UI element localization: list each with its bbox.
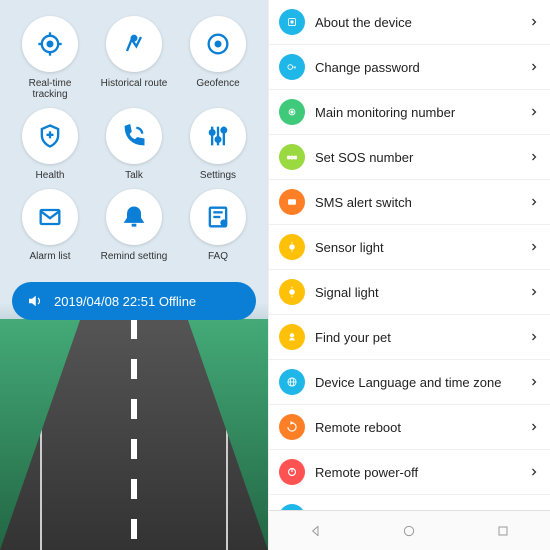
sensor-icon [279, 234, 305, 260]
home-panel: Real-time tracking Historical route Geof… [0, 0, 268, 550]
settings-row-sms[interactable]: SMS alert switch [269, 180, 550, 225]
chevron-right-icon [528, 331, 540, 343]
settings-row-label: Set SOS number [315, 150, 528, 165]
settings-row-poweroff[interactable]: Remote power-off [269, 450, 550, 495]
tile-faq[interactable]: ? FAQ [178, 189, 258, 262]
chevron-right-icon [528, 16, 540, 28]
android-nav [269, 510, 550, 550]
chevron-right-icon [528, 241, 540, 253]
recent-button[interactable] [495, 523, 511, 539]
chevron-right-icon [528, 421, 540, 433]
settings-row-label: Change password [315, 60, 528, 75]
chevron-right-icon [528, 286, 540, 298]
settings-row-lang[interactable]: Device Language and time zone [269, 360, 550, 405]
settings-row-factory[interactable]: Factory-Reset [269, 495, 550, 510]
settings-row-about[interactable]: About the device [269, 0, 550, 45]
tile-label: FAQ [208, 251, 228, 262]
settings-row-label: Remote power-off [315, 465, 528, 480]
settings-row-label: Find your pet [315, 330, 528, 345]
sms-icon [279, 189, 305, 215]
home-button[interactable] [401, 523, 417, 539]
tile-alarm-list[interactable]: Alarm list [10, 189, 90, 262]
settings-row-sos[interactable]: SOS Set SOS number [269, 135, 550, 180]
tile-label: Health [36, 170, 65, 181]
tile-remind-setting[interactable]: Remind setting [94, 189, 174, 262]
envelope-icon [36, 203, 64, 231]
tile-label: Talk [125, 170, 143, 181]
svg-text:SOS: SOS [287, 155, 297, 160]
about-icon [279, 9, 305, 35]
back-button[interactable] [308, 523, 324, 539]
settings-row-signal[interactable]: Signal light [269, 270, 550, 315]
tile-label: Remind setting [101, 251, 168, 262]
shield-plus-icon [36, 122, 64, 150]
settings-row-label: Sensor light [315, 240, 528, 255]
chevron-right-icon [528, 376, 540, 388]
tile-geofence[interactable]: Geofence [178, 16, 258, 100]
findpet-icon [279, 324, 305, 350]
settings-row-monitor[interactable]: Main monitoring number [269, 90, 550, 135]
tile-label: Settings [200, 170, 236, 181]
monitor-icon [279, 99, 305, 125]
settings-list: About the device Change password Main moni… [269, 0, 550, 510]
settings-row-sensor[interactable]: Sensor light [269, 225, 550, 270]
settings-row-findpet[interactable]: Find your pet [269, 315, 550, 360]
settings-row-label: Remote reboot [315, 420, 528, 435]
settings-row-password[interactable]: Change password [269, 45, 550, 90]
reboot-icon [279, 414, 305, 440]
speaker-icon [26, 292, 44, 310]
settings-row-label: SMS alert switch [315, 195, 528, 210]
poweroff-icon [279, 459, 305, 485]
sos-icon: SOS [279, 144, 305, 170]
settings-row-label: Device Language and time zone [315, 375, 528, 390]
tile-label: Geofence [196, 78, 239, 89]
password-icon [279, 54, 305, 80]
settings-row-label: Signal light [315, 285, 528, 300]
tile-label: Alarm list [29, 251, 70, 262]
tile-label: Historical route [101, 78, 168, 89]
geofence-icon [204, 30, 232, 58]
phone-icon [120, 122, 148, 150]
tile-settings[interactable]: Settings [178, 108, 258, 181]
settings-row-label: About the device [315, 15, 528, 30]
signal-icon [279, 279, 305, 305]
chevron-right-icon [528, 61, 540, 73]
chevron-right-icon [528, 196, 540, 208]
lang-icon [279, 369, 305, 395]
tile-historical-route[interactable]: Historical route [94, 16, 174, 100]
chevron-right-icon [528, 466, 540, 478]
status-bar[interactable]: 2019/04/08 22:51 Offline [12, 282, 256, 320]
feature-grid: Real-time tracking Historical route Geof… [0, 0, 268, 272]
chevron-right-icon [528, 106, 540, 118]
route-icon [120, 30, 148, 58]
sliders-icon [204, 122, 232, 150]
chevron-right-icon [528, 151, 540, 163]
settings-row-reboot[interactable]: Remote reboot [269, 405, 550, 450]
tile-health[interactable]: Health [10, 108, 90, 181]
tile-talk[interactable]: Talk [94, 108, 174, 181]
faq-icon: ? [204, 203, 232, 231]
tile-label: Real-time tracking [10, 78, 90, 100]
tile-realtime-tracking[interactable]: Real-time tracking [10, 16, 90, 100]
crosshair-icon [36, 30, 64, 58]
settings-panel: About the device Change password Main moni… [268, 0, 550, 550]
bell-icon [120, 203, 148, 231]
status-text: 2019/04/08 22:51 Offline [54, 294, 196, 309]
settings-row-label: Main monitoring number [315, 105, 528, 120]
